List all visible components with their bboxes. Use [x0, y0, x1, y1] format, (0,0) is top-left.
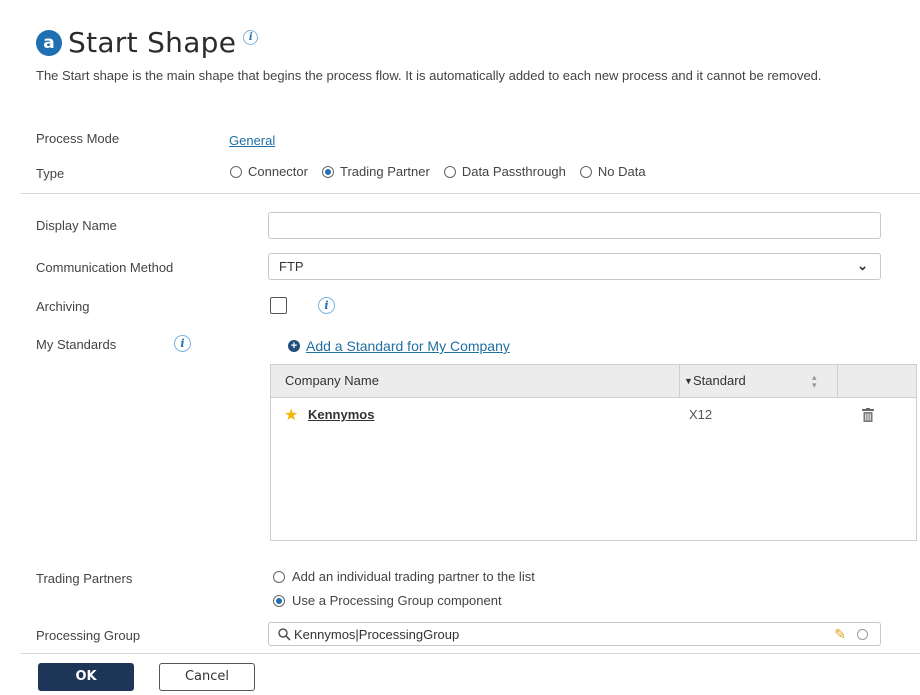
type-radio-group: Connector Trading Partner Data Passthrou…: [230, 164, 660, 179]
trading-partners-label: Trading Partners: [36, 571, 133, 586]
dialog-header: a Start Shape i: [36, 26, 259, 59]
column-separator: [837, 365, 838, 397]
column-separator: [679, 365, 680, 397]
star-icon: ★: [284, 407, 299, 424]
radio-label: No Data: [597, 164, 646, 179]
trading-partner-option-individual[interactable]: Add an individual trading partner to the…: [273, 569, 535, 584]
process-mode-label: Process Mode: [36, 131, 120, 146]
ok-button[interactable]: OK: [38, 663, 134, 691]
archiving-label: Archiving: [36, 299, 90, 314]
standard-cell: X12: [689, 407, 713, 422]
process-mode-link[interactable]: General: [229, 133, 275, 148]
radio-label: Connector: [248, 164, 308, 179]
display-name-label: Display Name: [36, 218, 117, 233]
radio-button[interactable]: [230, 165, 242, 178]
radio-label: Use a Processing Group component: [292, 593, 502, 608]
type-option-data-passthrough[interactable]: Data Passthrough: [443, 164, 566, 179]
column-header-standard[interactable]: Standard: [693, 365, 746, 397]
communication-method-label: Communication Method: [36, 260, 174, 275]
archiving-info-icon[interactable]: i: [318, 297, 335, 314]
archiving-checkbox[interactable]: [270, 297, 287, 314]
select-value: FTP: [279, 259, 304, 274]
description-text: The Start shape is the main shape that b…: [36, 68, 822, 83]
add-standard-label: Add a Standard for My Company: [306, 338, 510, 354]
section-divider: [20, 193, 920, 194]
radio-button[interactable]: [579, 165, 592, 178]
title-info-icon[interactable]: i: [243, 30, 259, 45]
plus-circle-icon: +: [288, 340, 300, 352]
radio-label: Data Passthrough: [461, 164, 566, 179]
radio-button-selected[interactable]: [273, 594, 285, 607]
radio-button-selected[interactable]: [321, 165, 334, 178]
processing-group-label: Processing Group: [36, 628, 141, 643]
trading-partner-option-processing-group[interactable]: Use a Processing Group component: [273, 593, 502, 608]
search-icon: [278, 628, 291, 641]
my-standards-label: My Standards: [36, 337, 117, 352]
radio-button[interactable]: [273, 570, 285, 583]
type-option-trading-partner[interactable]: Trading Partner: [321, 164, 430, 179]
radio-button[interactable]: [443, 165, 456, 178]
type-label: Type: [36, 166, 65, 181]
add-standard-link[interactable]: + Add a Standard for My Company: [288, 338, 510, 354]
clear-icon[interactable]: [857, 629, 868, 640]
cancel-button[interactable]: Cancel: [159, 663, 255, 691]
type-option-connector[interactable]: Connector: [230, 164, 308, 179]
footer-divider: [20, 653, 920, 654]
type-option-no-data[interactable]: No Data: [579, 164, 646, 179]
communication-method-select[interactable]: FTP ⌄: [268, 253, 881, 280]
table-row[interactable]: ★ Kennymos X12: [271, 397, 916, 433]
display-name-input[interactable]: [268, 212, 881, 239]
processing-group-value: Kennymos|ProcessingGroup: [294, 627, 460, 642]
table-header: Company Name ▼ Standard ▴ ▾: [271, 365, 916, 398]
column-header-company-name[interactable]: Company Name: [285, 365, 379, 397]
standards-table: Company Name ▼ Standard ▴ ▾ ★ Kennymos X1…: [270, 364, 917, 541]
page-title: Start Shape: [68, 26, 237, 59]
sort-icon[interactable]: ▴ ▾: [812, 373, 817, 390]
app-logo: a: [36, 29, 62, 56]
sort-desc-icon[interactable]: ▼: [684, 376, 693, 386]
processing-group-field[interactable]: Kennymos|ProcessingGroup ✎: [268, 622, 881, 646]
radio-label: Trading Partner: [339, 164, 430, 179]
trash-icon[interactable]: [862, 408, 874, 422]
radio-label: Add an individual trading partner to the…: [292, 569, 535, 584]
chevron-down-icon: ⌄: [857, 258, 868, 273]
my-standards-info-icon[interactable]: i: [174, 335, 191, 352]
pencil-icon[interactable]: ✎: [834, 626, 846, 643]
company-name-link[interactable]: Kennymos: [308, 407, 374, 422]
